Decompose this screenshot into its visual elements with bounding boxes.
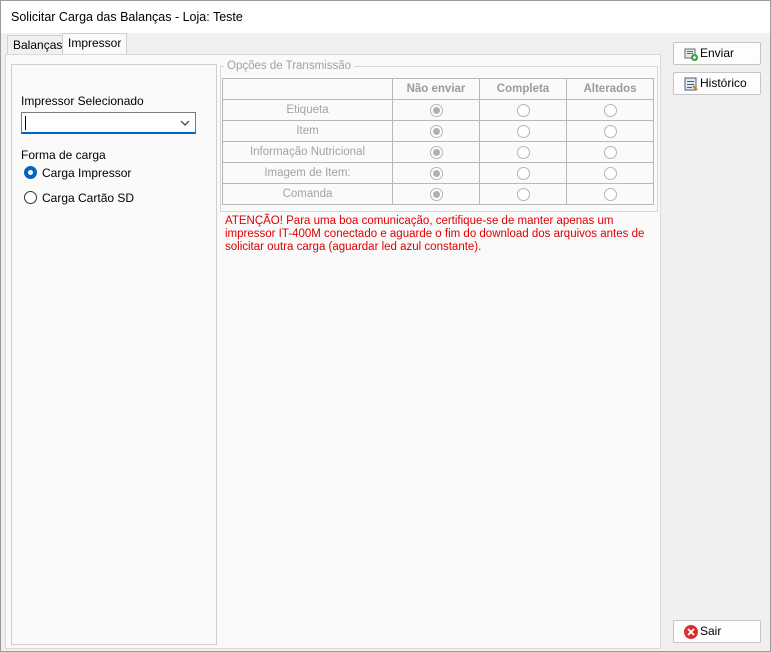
- history-icon: [684, 77, 698, 91]
- table-row: Etiqueta: [222, 99, 654, 121]
- table-row: Informação Nutricional: [222, 141, 654, 163]
- radio-carga-cartao-sd-label: Carga Cartão SD: [42, 191, 135, 205]
- history-button[interactable]: Histórico: [673, 72, 761, 95]
- transmission-options-table: Não enviar Completa Alterados Etiqueta I…: [222, 78, 654, 205]
- exit-button-label: Sair: [700, 624, 722, 638]
- history-button-label: Histórico: [700, 76, 747, 90]
- row-label-item: Item: [222, 120, 393, 142]
- radio-nutricional-nao-enviar[interactable]: [429, 145, 443, 159]
- radio-carga-impressor-label: Carga Impressor: [42, 166, 132, 180]
- radio-carga-impressor[interactable]: [24, 166, 37, 179]
- send-button-label: Enviar: [700, 46, 735, 60]
- table-row: Imagem de Item:: [222, 162, 654, 184]
- header-nao-enviar: Não enviar: [392, 78, 480, 100]
- transmission-options-title: Opções de Transmissão: [224, 60, 355, 72]
- close-icon: [684, 625, 698, 639]
- radio-imagem-completa[interactable]: [516, 166, 530, 180]
- header-completa: Completa: [479, 78, 567, 100]
- row-label-etiqueta: Etiqueta: [222, 99, 393, 121]
- row-label-comanda: Comanda: [222, 183, 393, 205]
- table-row: Comanda: [222, 183, 654, 205]
- table-header-row: Não enviar Completa Alterados: [222, 78, 654, 100]
- radio-etiqueta-completa[interactable]: [516, 103, 530, 117]
- send-icon: [684, 48, 698, 61]
- radio-nutricional-completa[interactable]: [516, 145, 530, 159]
- radio-comanda-alterados[interactable]: [603, 187, 617, 201]
- radio-item-alterados[interactable]: [603, 124, 617, 138]
- radio-imagem-alterados[interactable]: [603, 166, 617, 180]
- row-label-imagem-item: Imagem de Item:: [222, 162, 393, 184]
- radio-imagem-nao-enviar[interactable]: [429, 166, 443, 180]
- exit-button[interactable]: Sair: [673, 620, 761, 643]
- window-title: Solicitar Carga das Balanças - Loja: Tes…: [11, 10, 243, 24]
- radio-comanda-completa[interactable]: [516, 187, 530, 201]
- impressor-tab-panel: Impressor Selecionado Forma de carga Car…: [5, 54, 661, 649]
- printer-select[interactable]: [21, 112, 196, 134]
- tab-impressor[interactable]: Impressor: [62, 33, 128, 55]
- radio-etiqueta-nao-enviar[interactable]: [429, 103, 443, 117]
- radio-carga-cartao-sd[interactable]: [24, 191, 37, 204]
- text-caret: [25, 116, 26, 130]
- app-window: Solicitar Carga das Balanças - Loja: Tes…: [0, 0, 771, 652]
- chevron-down-icon: [180, 120, 190, 126]
- radio-item-nao-enviar[interactable]: [429, 124, 443, 138]
- row-label-informacao-nutricional: Informação Nutricional: [222, 141, 393, 163]
- header-alterados: Alterados: [566, 78, 654, 100]
- printer-settings-panel: Impressor Selecionado Forma de carga Car…: [11, 64, 217, 645]
- title-bar: Solicitar Carga das Balanças - Loja: Tes…: [1, 1, 770, 33]
- tab-balancas[interactable]: Balanças: [7, 35, 69, 55]
- warning-message: ATENÇÃO! Para uma boa comunicação, certi…: [225, 215, 645, 253]
- header-empty: [222, 78, 393, 100]
- table-row: Item: [222, 120, 654, 142]
- printer-label: Impressor Selecionado: [21, 94, 144, 108]
- radio-nutricional-alterados[interactable]: [603, 145, 617, 159]
- send-button[interactable]: Enviar: [673, 42, 761, 65]
- radio-comanda-nao-enviar[interactable]: [429, 187, 443, 201]
- radio-etiqueta-alterados[interactable]: [603, 103, 617, 117]
- radio-item-completa[interactable]: [516, 124, 530, 138]
- load-type-label: Forma de carga: [21, 148, 106, 162]
